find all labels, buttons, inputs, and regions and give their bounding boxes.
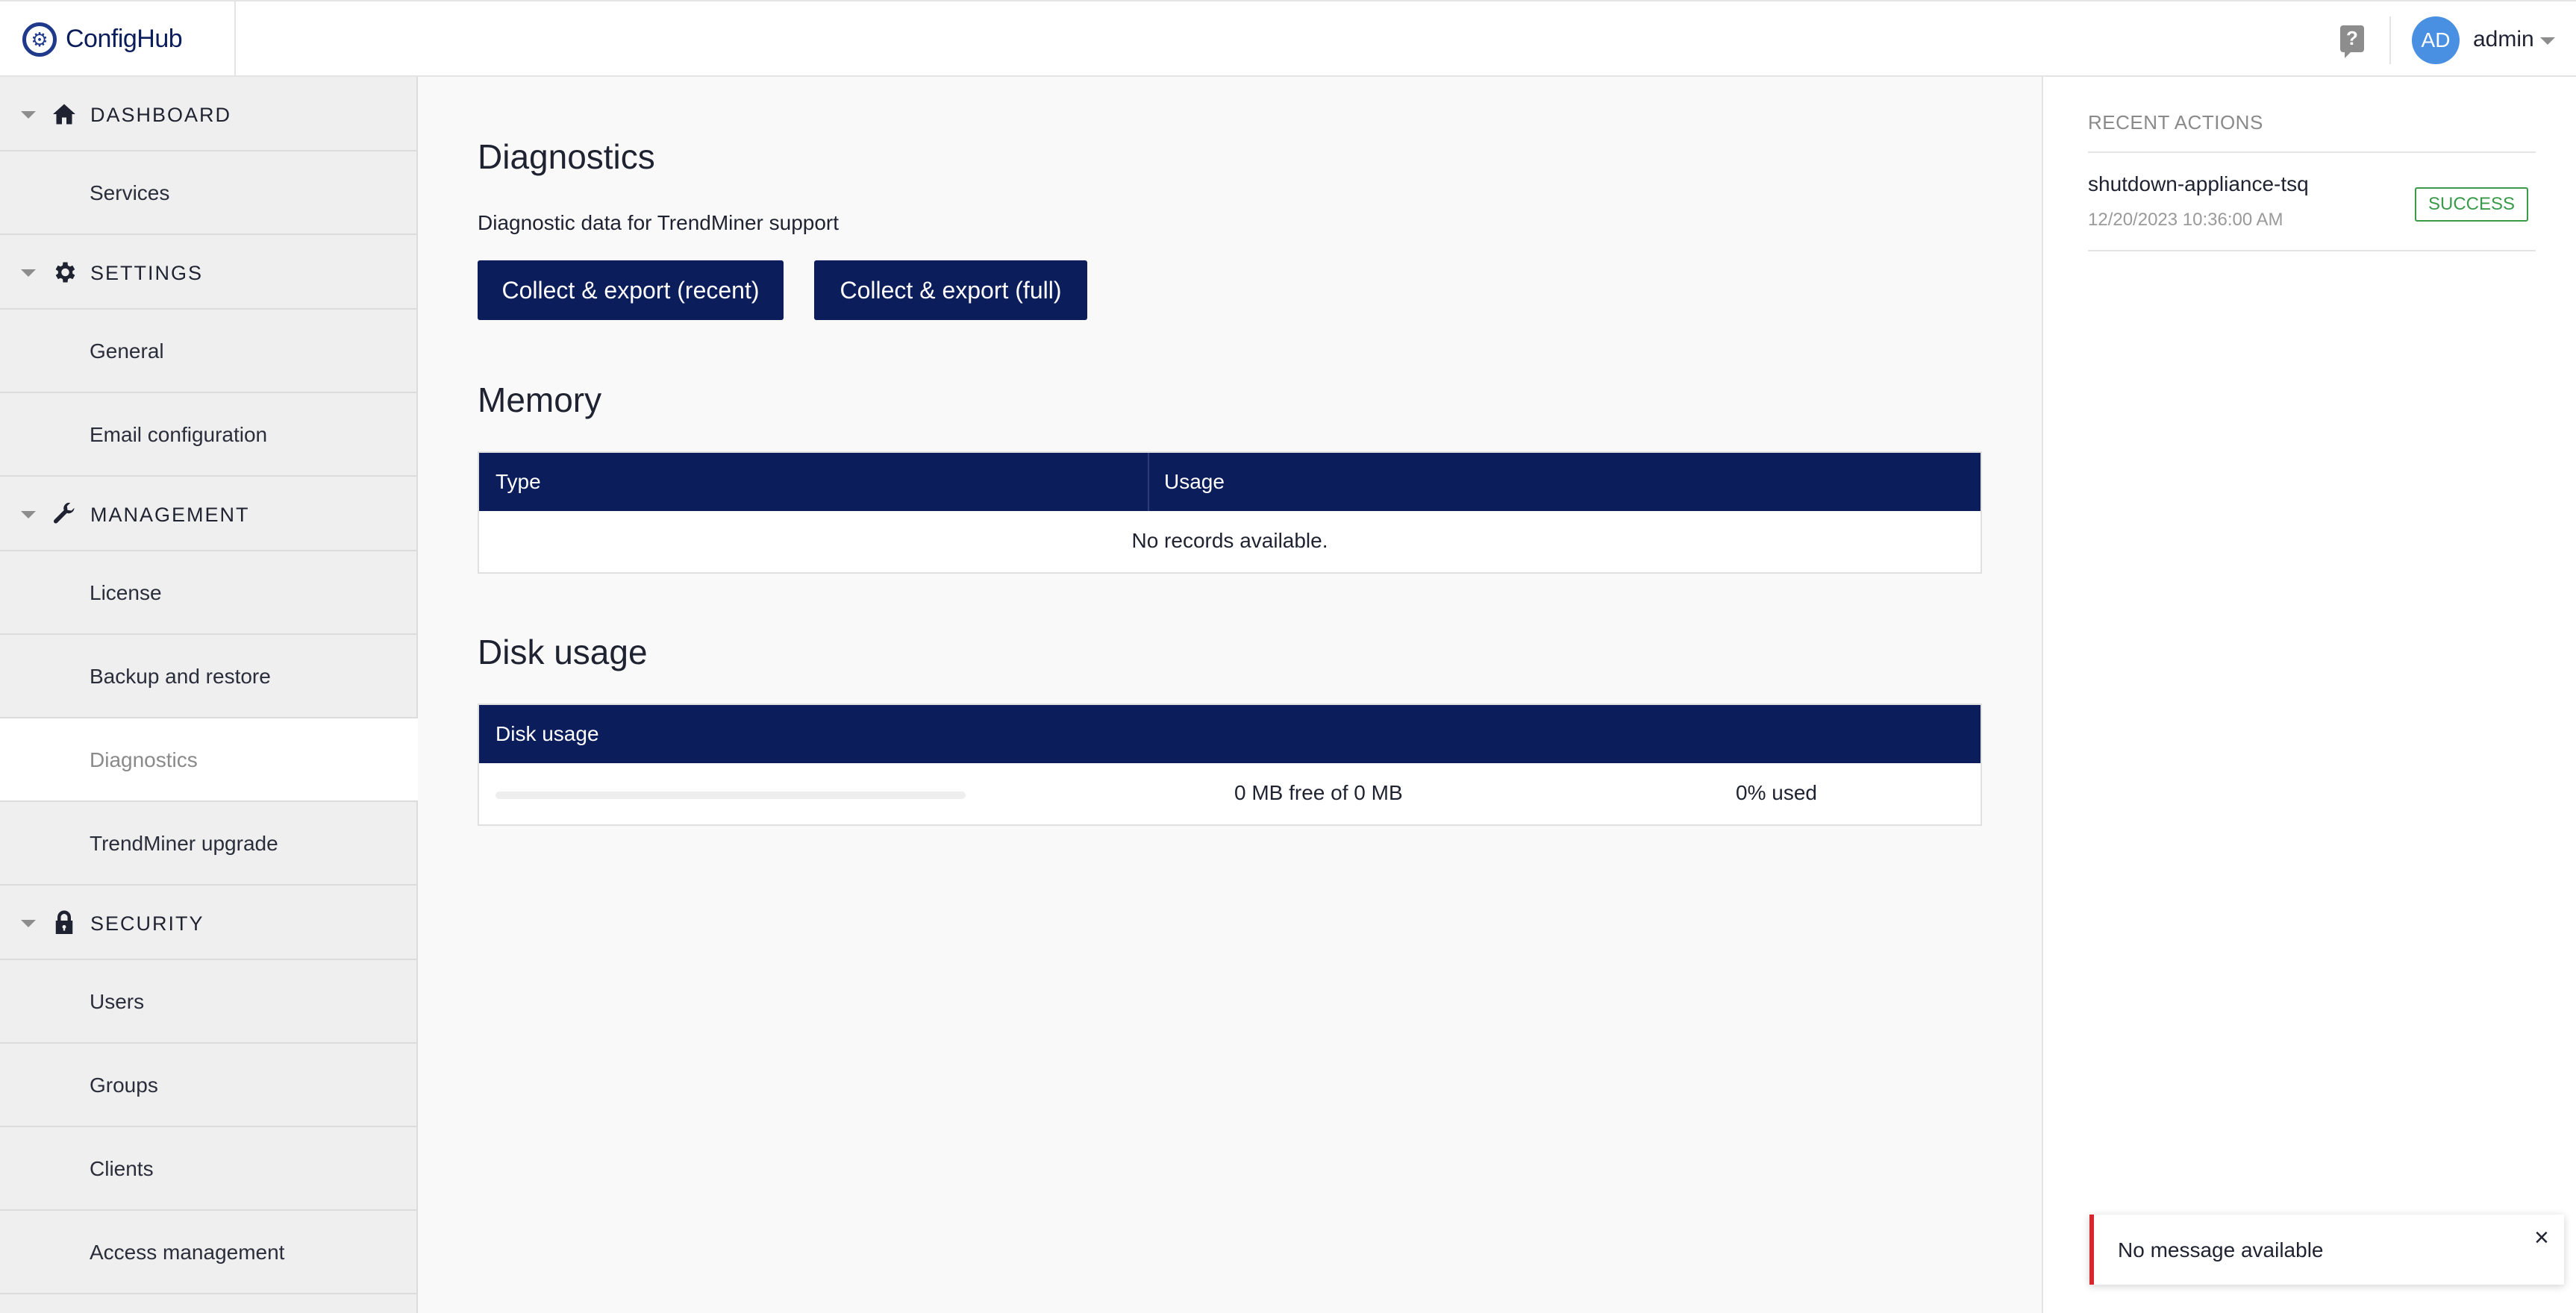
disk-free-text: 0 MB free of 0 MB	[1234, 781, 1403, 804]
disk-usage-table: Disk usage 0 MB free of 0 MB 0% used	[478, 703, 1982, 826]
avatar[interactable]: AD	[2412, 16, 2460, 64]
top-header: ⚙ ConfigHub ? AD admin	[0, 0, 2576, 77]
status-badge: SUCCESS	[2415, 187, 2529, 222]
sidebar-item-label: Clients	[90, 1157, 154, 1180]
sidebar-item-label: TrendMiner upgrade	[90, 832, 278, 855]
app-logo[interactable]: ⚙ ConfigHub	[0, 1, 236, 77]
close-icon[interactable]: ×	[2534, 1225, 2549, 1250]
sidebar-section-label: MANAGEMENT	[90, 504, 250, 526]
sidebar-item-general[interactable]: General	[0, 310, 416, 393]
sidebar-section-label: SETTINGS	[90, 262, 204, 284]
sidebar-item-label: General	[90, 339, 164, 363]
chevron-down-icon[interactable]	[2540, 37, 2555, 45]
notification-toast: No message available ×	[2089, 1215, 2564, 1285]
disk-used-text: 0% used	[1736, 781, 1817, 804]
sidebar-item-diagnostics[interactable]: Diagnostics	[0, 718, 418, 802]
memory-table: Type Usage No records available.	[478, 451, 1982, 574]
sidebar-item-clients[interactable]: Clients	[0, 1127, 416, 1211]
diagnostics-description: Diagnostic data for TrendMiner support	[478, 211, 840, 234]
column-header-type[interactable]: Type	[479, 453, 1148, 511]
column-header-usage[interactable]: Usage	[1148, 453, 1225, 511]
sidebar-item-label: Users	[90, 990, 145, 1013]
action-timestamp: 12/20/2023 10:36:00 AM	[2088, 210, 2283, 230]
question-mark-icon[interactable]: ?	[2340, 25, 2364, 58]
disk-usage-title: Disk usage	[478, 633, 648, 671]
sidebar-section-label: DASHBOARD	[90, 104, 232, 126]
chevron-down-icon[interactable]	[21, 269, 36, 277]
lock-icon	[55, 910, 73, 934]
header-divider	[2389, 16, 2391, 64]
sidebar-section-security[interactable]: SECURITY	[0, 886, 416, 960]
action-name: shutdown-appliance-tsq	[2088, 172, 2309, 195]
sidebar-item-trendminer-upgrade[interactable]: TrendMiner upgrade	[0, 802, 416, 886]
sidebar-item-access-management[interactable]: Access management	[0, 1211, 416, 1294]
sidebar-item-email-configuration[interactable]: Email configuration	[0, 393, 416, 477]
sidebar-item-label: Services	[90, 181, 170, 204]
sidebar-item-backup-and-restore[interactable]: Backup and restore	[0, 635, 416, 718]
sidebar-item-label: Backup and restore	[90, 665, 271, 688]
collect-export-recent-button[interactable]: Collect & export (recent)	[478, 260, 784, 320]
divider	[2088, 151, 2536, 153]
memory-table-header: Type Usage	[479, 453, 1981, 511]
table-row: No records available.	[479, 511, 1981, 572]
gear-icon	[55, 262, 75, 283]
sidebar-item-users[interactable]: Users	[0, 960, 416, 1044]
sidebar-item-groups[interactable]: Groups	[0, 1044, 416, 1127]
divider	[2088, 250, 2536, 251]
sidebar-item-label: Groups	[90, 1074, 158, 1097]
sidebar-section-dashboard[interactable]: DASHBOARD	[0, 77, 416, 151]
empty-table-message: No records available.	[1131, 529, 1328, 552]
sidebar-section-settings[interactable]: SETTINGS	[0, 235, 416, 310]
chevron-down-icon[interactable]	[21, 111, 36, 119]
sidebar: DASHBOARD Services SETTINGS General Emai…	[0, 77, 418, 1313]
sidebar-item-label: Diagnostics	[90, 748, 198, 771]
wrench-icon	[53, 502, 75, 524]
disk-usage-table-header: Disk usage	[479, 705, 1981, 763]
sidebar-item-label: Access management	[90, 1241, 285, 1264]
main-content: Diagnostics Diagnostic data for TrendMin…	[418, 77, 2042, 1313]
confighub-logo-icon: ⚙	[22, 22, 57, 57]
chevron-down-icon[interactable]	[21, 511, 36, 518]
column-header-disk-usage[interactable]: Disk usage	[479, 705, 599, 763]
recent-actions-panel: RECENT ACTIONS shutdown-appliance-tsq 12…	[2042, 77, 2576, 1313]
home-icon	[53, 104, 75, 125]
sidebar-item-services[interactable]: Services	[0, 151, 416, 235]
sidebar-section-label: SECURITY	[90, 912, 204, 935]
collect-export-full-button[interactable]: Collect & export (full)	[814, 260, 1087, 320]
sidebar-item-license[interactable]: License	[0, 551, 416, 635]
diagnostics-title: Diagnostics	[478, 137, 655, 176]
recent-actions-title: RECENT ACTIONS	[2088, 111, 2263, 134]
disk-usage-progress-bar	[495, 792, 966, 799]
app-name: ConfigHub	[66, 25, 183, 53]
toast-message: No message available	[2118, 1238, 2324, 1262]
memory-title: Memory	[478, 380, 602, 419]
sidebar-section-management[interactable]: MANAGEMENT	[0, 477, 416, 551]
sidebar-item-label: License	[90, 581, 162, 604]
chevron-down-icon[interactable]	[21, 920, 36, 927]
sidebar-item-label: Email configuration	[90, 423, 268, 446]
table-row: 0 MB free of 0 MB 0% used	[479, 763, 1981, 824]
column-divider	[1148, 453, 1149, 511]
user-menu-name[interactable]: admin	[2473, 27, 2534, 52]
